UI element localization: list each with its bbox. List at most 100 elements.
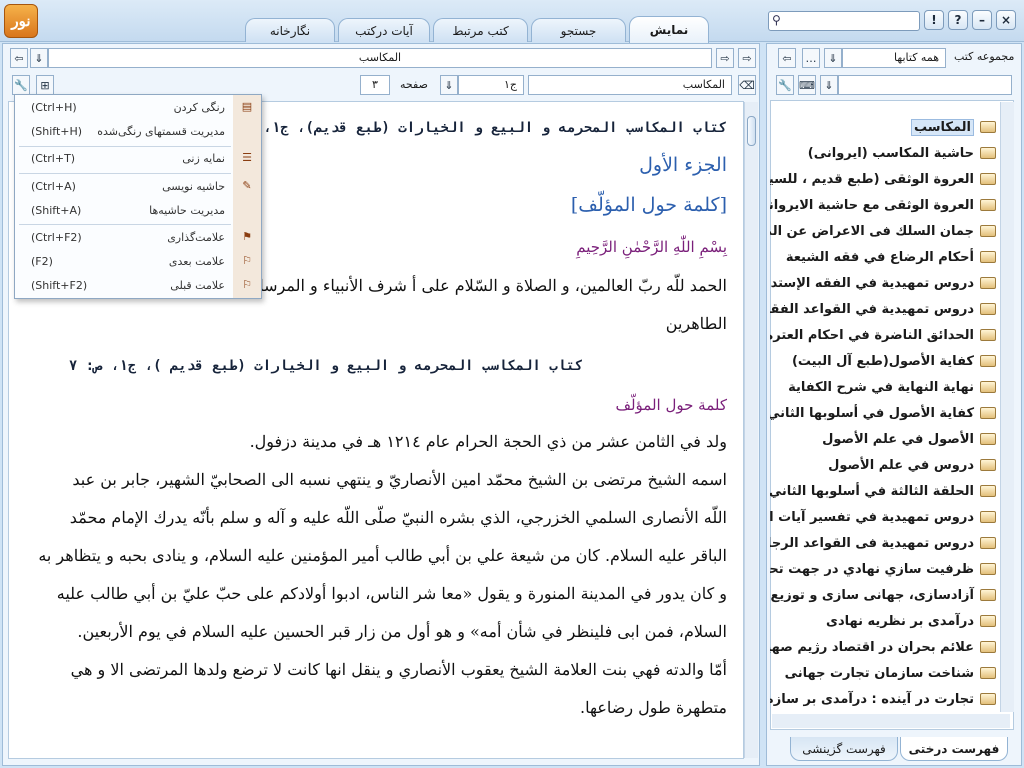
- book-icon: [980, 433, 996, 445]
- volume-dropdown-icon[interactable]: ⇓: [440, 75, 458, 95]
- book-list-scrollbar[interactable]: [1000, 102, 1014, 712]
- tab-search[interactable]: جستجو: [531, 18, 626, 42]
- forward-arrow-icon[interactable]: ⇨: [738, 48, 756, 68]
- paragraph-line: متطهرة طول رضاعها.: [580, 698, 727, 717]
- book-icon: [980, 563, 996, 575]
- book-list-hscrollbar[interactable]: [772, 714, 1010, 728]
- book-list-item[interactable]: دروس تمهيدية في تفسير آيات الأ: [770, 504, 996, 530]
- book-title: كفاية الأصول(طبع آل البيت): [791, 353, 974, 369]
- book-title: العروة الوثقى مع حاشية الايرواني: [770, 197, 974, 213]
- book-list-item[interactable]: جمان السلك فى الاعراض عن الملك: [770, 218, 996, 244]
- book-title: نهاية النهاية في شرح الكفاية: [788, 379, 974, 395]
- tab-selective-index[interactable]: فهرست گزینشی: [790, 737, 898, 761]
- paragraph-line: الباقر عليه السلام. كان من شيعة علي بن أ…: [38, 546, 727, 565]
- book-title-field[interactable]: المكاسب: [48, 48, 712, 68]
- minimize-button[interactable]: –: [972, 10, 992, 30]
- book-list-item[interactable]: أحكام الرضاع في فقه الشيعة: [770, 244, 996, 270]
- note-icon: ✎: [242, 179, 252, 192]
- book-list-item[interactable]: كفاية الأصول(طبع آل البيت): [770, 348, 996, 374]
- wrench-icon[interactable]: 🔧: [12, 75, 30, 95]
- menu-item-next-bookmark[interactable]: (F2) علامت بعدی ⚐: [15, 251, 261, 273]
- book-icon: [980, 485, 996, 497]
- book-list-item[interactable]: آزادسازی، جهانی سازی و توزیع د: [770, 582, 996, 608]
- collection-select[interactable]: همه كتابها: [842, 48, 946, 68]
- back-arrow-icon[interactable]: ⇦: [778, 48, 796, 68]
- bookmark-icon: ⚑: [242, 230, 252, 243]
- book-list-item[interactable]: علائم بحران در اقتصاد رژیم صهیو: [770, 634, 996, 660]
- book-list-item[interactable]: كفاية الأصول في أسلوبها الثاني: [770, 400, 996, 426]
- book-title: آزادسازی، جهانی سازی و توزیع د: [770, 587, 974, 603]
- tab-verses-in-books[interactable]: آیات درکتب: [338, 18, 430, 42]
- tab-tree-index[interactable]: فهرست درختی: [900, 737, 1008, 761]
- book-search-field[interactable]: المكاسب: [528, 75, 732, 95]
- more-icon[interactable]: …: [802, 48, 820, 68]
- book-list-item[interactable]: دروس في علم الأصول: [770, 452, 996, 478]
- book-filter-input[interactable]: [838, 75, 1012, 95]
- tab-display[interactable]: نمایش: [629, 16, 709, 43]
- book-title: كفاية الأصول في أسلوبها الثاني: [770, 405, 974, 421]
- close-button[interactable]: ×: [996, 10, 1016, 30]
- book-icon: [980, 381, 996, 393]
- menu-item-manage-highlights[interactable]: (Shift+H) مدیریت قسمتهای رنگی‌شده: [15, 121, 261, 143]
- filter-dropdown-icon[interactable]: ⇓: [820, 75, 838, 95]
- book-icon: [980, 537, 996, 549]
- menu-item-highlight[interactable]: (Ctrl+H) رنگی کردن ▤: [15, 97, 261, 119]
- book-title: تجارت در آینده : درآمدی بر سازما: [770, 691, 974, 707]
- eraser-icon[interactable]: ⌫: [738, 75, 756, 95]
- wrench-icon[interactable]: 🔧: [776, 75, 794, 95]
- book-list-item[interactable]: نهاية النهاية في شرح الكفاية: [770, 374, 996, 400]
- keyboard-icon[interactable]: ⌨: [798, 75, 816, 95]
- menu-item-manage-notes[interactable]: (Shift+A) مدیریت حاشیه‌ها: [15, 200, 261, 222]
- dropdown-arrow-icon[interactable]: ⇓: [30, 48, 48, 68]
- book-list-item[interactable]: درآمدی بر نظریه نهادی: [770, 608, 996, 634]
- menu-item-prev-bookmark[interactable]: (Shift+F2) علامت قبلی ⚐: [15, 275, 261, 297]
- book-list-item[interactable]: الحلقة الثالثة في أسلوبها الثاني: [770, 478, 996, 504]
- book-list-item[interactable]: حاشية المكاسب (ايروانى): [770, 140, 996, 166]
- book-list-item[interactable]: شناخت سازمان تجارت جهانی: [770, 660, 996, 686]
- book-list-item[interactable]: المكاسب: [770, 114, 996, 140]
- next-arrow-icon[interactable]: ⇨: [716, 48, 734, 68]
- scrollbar-thumb[interactable]: [747, 116, 756, 146]
- book-list-item[interactable]: دروس تمهيدية فى القواعد الرجالية: [770, 530, 996, 556]
- book-icon: [980, 459, 996, 471]
- book-list-item[interactable]: دروس تمهيدية في القواعد الفقهية: [770, 296, 996, 322]
- context-menu: (Ctrl+H) رنگی کردن ▤ (Shift+H) مدیریت قس…: [14, 94, 262, 299]
- book-title: علائم بحران در اقتصاد رژیم صهیو: [770, 639, 974, 655]
- menu-item-bookmark[interactable]: (Ctrl+F2) علامت‌گذاری ⚑: [15, 227, 261, 249]
- section-heading: [كلمة حول المؤلّف]: [570, 194, 727, 216]
- page-number-field[interactable]: ٣: [360, 75, 390, 95]
- book-list-item[interactable]: الأصول في علم الأصول: [770, 426, 996, 452]
- paragraph-line: و كان يدور في المدينة المنورة و يقول «مع…: [56, 584, 727, 603]
- book-list-item[interactable]: دروس تمهيدية في الفقه الإستدلالي: [770, 270, 996, 296]
- book-icon: [980, 277, 996, 289]
- menu-item-add-note[interactable]: (Ctrl+A) حاشیه نویسی ✎: [15, 176, 261, 198]
- book-list-item[interactable]: العروة الوثقى مع حاشية الايرواني: [770, 192, 996, 218]
- book-icon: [980, 329, 996, 341]
- info-button[interactable]: !: [924, 10, 944, 30]
- subsection-heading: كلمة حول المؤلّف: [615, 396, 727, 414]
- book-icon: [980, 589, 996, 601]
- next-bookmark-icon: ⚐: [242, 254, 252, 267]
- paragraph-line: اسمه الشيخ مرتضى بن الشيخ محمّد امين الأ…: [72, 470, 727, 489]
- book-icon: [980, 251, 996, 263]
- book-list-item[interactable]: ظرفيت سازي نهادي در جهت تحقق: [770, 556, 996, 582]
- book-icon: [980, 511, 996, 523]
- help-button[interactable]: ?: [948, 10, 968, 30]
- book-title: دروس تمهيدية في الفقه الإستدلالي: [770, 275, 974, 291]
- global-search-input[interactable]: [768, 11, 920, 31]
- book-title: حاشية المكاسب (ايروانى): [807, 145, 974, 161]
- prev-arrow-icon[interactable]: ⇦: [10, 48, 28, 68]
- grid-icon[interactable]: ⊞: [36, 75, 54, 95]
- book-list-item[interactable]: الحدائق الناضرة في احكام العترة ا: [770, 322, 996, 348]
- book-title: دروس تمهيدية في القواعد الفقهية: [770, 301, 974, 317]
- book-icon: [980, 693, 996, 705]
- volume-field[interactable]: ج١: [458, 75, 524, 95]
- content-scrollbar[interactable]: [744, 102, 758, 758]
- tab-related-books[interactable]: کتب مرتبط: [433, 18, 528, 42]
- app-logo: نور: [4, 4, 38, 38]
- book-list-item[interactable]: تجارت در آینده : درآمدی بر سازما: [770, 686, 996, 712]
- collection-dropdown-icon[interactable]: ⇓: [824, 48, 842, 68]
- book-list-item[interactable]: العروة الوثقى (طبع قديم ، للسيد ا: [770, 166, 996, 192]
- tab-gallery[interactable]: نگارخانه: [245, 18, 335, 42]
- menu-item-indexing[interactable]: (Ctrl+T) نمایه زنی ☰: [15, 148, 261, 170]
